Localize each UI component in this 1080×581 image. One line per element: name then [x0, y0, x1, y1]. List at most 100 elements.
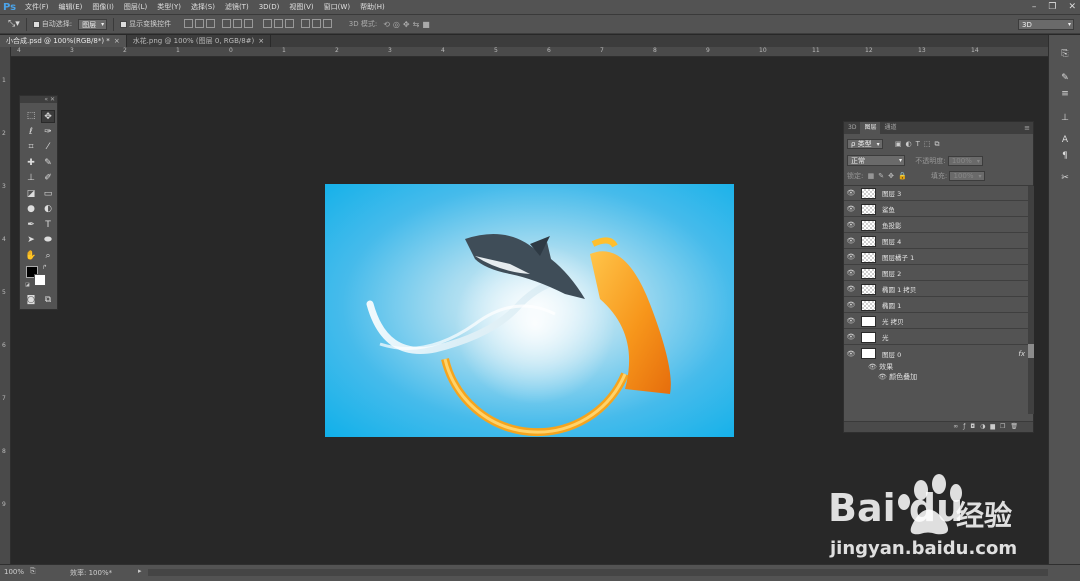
swap-colors-icon[interactable]: ↱ — [42, 264, 47, 271]
layer-row[interactable]: 👁 图层 3 — [844, 186, 1029, 201]
history-icon[interactable]: ⎘ — [1058, 49, 1072, 61]
menu-image[interactable]: 图像(I) — [87, 2, 119, 12]
layers-scrollbar[interactable] — [1028, 186, 1034, 414]
menu-file[interactable]: 文件(F) — [20, 2, 54, 12]
healing-brush-tool-icon[interactable]: ✚ — [24, 157, 38, 170]
filter-icons[interactable]: ▣◐T⬚⧉ — [895, 140, 944, 148]
visibility-eye-icon[interactable]: 👁 — [844, 189, 858, 197]
fx-badge[interactable]: fx — [1018, 350, 1025, 358]
layer-row[interactable]: 👁 光 — [844, 330, 1029, 345]
visibility-eye-icon[interactable]: 👁 — [844, 237, 858, 245]
brush-preset-icon[interactable]: ✎ — [1058, 73, 1072, 85]
eraser-tool-icon[interactable]: ◪ — [24, 188, 38, 201]
blur-tool-icon[interactable]: ● — [24, 203, 38, 216]
brush-tool-icon[interactable]: ✎ — [41, 157, 55, 170]
menu-view[interactable]: 视图(V) — [284, 2, 318, 12]
menu-filter[interactable]: 滤镜(T) — [220, 2, 254, 12]
tab-3d[interactable]: 3D — [844, 122, 860, 134]
toolbox-header[interactable]: « ✕ — [20, 96, 57, 103]
visibility-eye-icon[interactable]: 👁 — [844, 333, 858, 341]
pen-tool-icon[interactable]: ✒ — [24, 219, 38, 232]
align-right-icon[interactable] — [244, 18, 254, 28]
distribute-left-icon[interactable] — [300, 18, 310, 28]
scrollbar-thumb[interactable] — [1028, 344, 1034, 358]
zoom-tool-icon[interactable]: ⌕ — [41, 250, 55, 263]
align-bottom-icon[interactable] — [206, 18, 216, 28]
document-canvas[interactable] — [325, 184, 734, 437]
menu-select[interactable]: 选择(S) — [186, 2, 220, 12]
horizontal-ruler[interactable]: 4 3 2 1 0 1 2 3 4 5 6 7 8 9 10 11 12 13 14 — [11, 47, 1048, 57]
visibility-eye-icon[interactable]: 👁 — [844, 221, 858, 229]
panel-menu-icon[interactable]: ≡ — [1024, 122, 1033, 134]
menu-help[interactable]: 帮助(H) — [355, 2, 390, 12]
history-brush-tool-icon[interactable]: ✐ — [41, 172, 55, 185]
distribute-top-icon[interactable] — [262, 18, 272, 28]
menu-layer[interactable]: 图层(L) — [119, 2, 152, 12]
ellipse-tool-icon[interactable]: ⬬ — [41, 234, 55, 247]
default-colors-icon[interactable]: ◪ — [25, 282, 30, 288]
visibility-eye-icon[interactable]: 👁 — [844, 285, 858, 293]
layer-row[interactable]: 👁 图层橘子 1 — [844, 250, 1029, 265]
menu-window[interactable]: 窗口(W) — [319, 2, 355, 12]
lasso-tool-icon[interactable]: ℓ — [24, 126, 38, 139]
tab-layers[interactable]: 图层 — [860, 122, 881, 134]
horizontal-scrollbar[interactable] — [148, 569, 1048, 576]
layer-row[interactable]: 👁 椭圆 1 — [844, 298, 1029, 313]
opacity-field[interactable]: 100% — [947, 156, 983, 166]
distribute-hcenter-icon[interactable] — [311, 18, 321, 28]
layers-footer-icons[interactable]: ∞ƒ◘◑▆❐🗑 — [953, 423, 1023, 430]
visibility-eye-icon[interactable]: 👁 — [868, 363, 879, 371]
menu-type[interactable]: 类型(Y) — [152, 2, 186, 12]
character-icon[interactable]: A — [1058, 135, 1072, 147]
dodge-tool-icon[interactable]: ◐ — [41, 203, 55, 216]
visibility-eye-icon[interactable]: 👁 — [844, 317, 858, 325]
auto-select-dropdown[interactable]: 图层 — [78, 18, 108, 30]
align-left-icon[interactable] — [222, 18, 232, 28]
layer-row[interactable]: 👁 椭圆 1 拷贝 — [844, 282, 1029, 297]
quick-select-tool-icon[interactable]: ✑ — [41, 126, 55, 139]
tab-channels[interactable]: 通道 — [880, 122, 900, 134]
minimize-icon[interactable]: – — [1032, 0, 1037, 15]
distribute-right-icon[interactable] — [322, 18, 332, 28]
visibility-eye-icon[interactable]: 👁 — [844, 301, 858, 309]
close-icon[interactable]: × — [258, 37, 264, 45]
clone-stamp-tool-icon[interactable]: ⊥ — [24, 172, 38, 185]
show-transform-checkbox[interactable]: 显示变换控件 — [120, 19, 171, 29]
visibility-eye-icon[interactable]: 👁 — [878, 373, 889, 381]
visibility-eye-icon[interactable]: 👁 — [844, 350, 858, 358]
adjustments-icon[interactable]: ≡ — [1058, 89, 1072, 101]
eyedropper-tool-icon[interactable]: ⁄ — [41, 141, 55, 154]
vertical-ruler[interactable]: 1 2 3 4 5 6 7 8 9 — [0, 47, 11, 564]
status-arrow-icon[interactable]: ▸ — [138, 567, 142, 575]
visibility-eye-icon[interactable]: 👁 — [844, 269, 858, 277]
lock-icons[interactable]: ▦✎✥🔒 — [868, 172, 911, 180]
tab-document-splash[interactable]: 水花.png @ 100% (图层 0, RGB/8#) × — [127, 35, 272, 47]
gradient-tool-icon[interactable]: ▭ — [41, 188, 55, 201]
distribute-bottom-icon[interactable] — [284, 18, 294, 28]
tab-document-main[interactable]: 小合成.psd @ 100%(RGB/8*) * × — [0, 35, 127, 47]
proof-icon[interactable]: ⎘ — [30, 567, 36, 576]
menu-3d[interactable]: 3D(D) — [254, 3, 285, 11]
layer-row[interactable]: 👁 鲨鱼 — [844, 202, 1029, 217]
zoom-level[interactable]: 100% — [4, 568, 24, 576]
move-tool-icon[interactable]: ✥ — [41, 110, 55, 123]
layer-row[interactable]: 👁 图层 4 — [844, 234, 1029, 249]
layer-row[interactable]: 👁 图层 2 — [844, 266, 1029, 281]
visibility-eye-icon[interactable]: 👁 — [844, 205, 858, 213]
hand-tool-icon[interactable]: ✋ — [24, 250, 38, 263]
path-select-tool-icon[interactable]: ➤ — [24, 234, 38, 247]
layer-row[interactable]: 👁 图层 0 fx — [844, 346, 1029, 361]
distribute-vcenter-icon[interactable] — [273, 18, 283, 28]
quick-mask-icon[interactable]: ◙ — [24, 294, 38, 307]
close-icon[interactable]: × — [114, 37, 120, 45]
3d-mode-icons[interactable]: ⟲◎✥⇆■ — [383, 20, 433, 29]
type-tool-icon[interactable]: T — [41, 219, 55, 232]
screen-mode-icon[interactable]: ⧉ — [41, 294, 55, 307]
align-vcenter-icon[interactable] — [195, 18, 205, 28]
auto-select-checkbox[interactable]: 自动选择: — [32, 19, 72, 29]
move-tool-icon[interactable]: ⤡▾ — [8, 19, 20, 29]
blend-mode-dropdown[interactable]: 正常 — [847, 155, 905, 166]
layer-filter-dropdown[interactable]: ρ 类型 — [847, 139, 883, 149]
align-hcenter-icon[interactable] — [233, 18, 243, 28]
fill-field[interactable]: 100% — [949, 171, 985, 181]
